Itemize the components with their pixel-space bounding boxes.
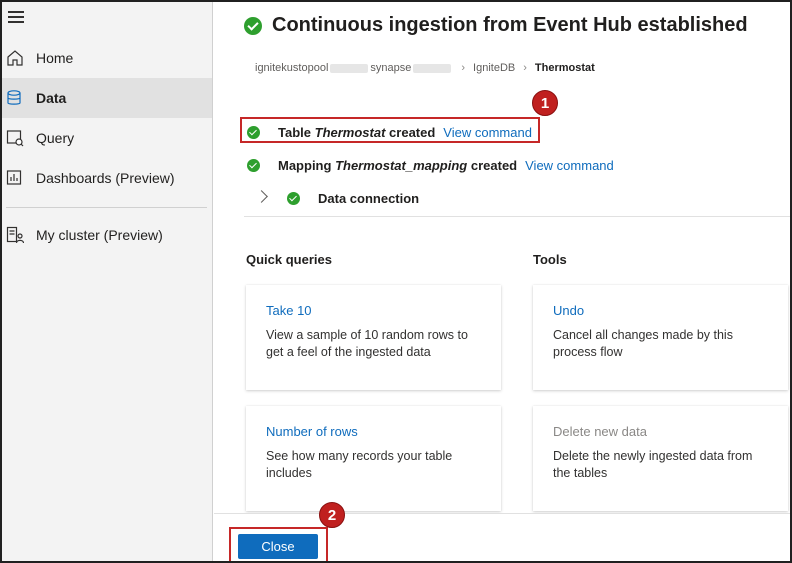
- chevron-right-icon: ›: [523, 62, 527, 74]
- card-title: Delete new data: [553, 424, 647, 439]
- card-number-of-rows[interactable]: Number of rows See how many records your…: [246, 406, 501, 511]
- sidebar-divider: [6, 207, 207, 208]
- breadcrumb-cluster[interactable]: ignitekustopool: [255, 62, 328, 74]
- home-icon: [7, 50, 23, 66]
- callout-badge-1: 1: [532, 90, 558, 116]
- redacted-text: [330, 63, 369, 73]
- database-icon: [7, 90, 21, 105]
- close-button[interactable]: Close: [238, 534, 318, 559]
- card-description: Delete the newly ingested data from the …: [553, 449, 753, 480]
- card-title[interactable]: Undo: [553, 303, 768, 318]
- app-window: Home Data Query Dashboards (Preview) My …: [0, 0, 792, 563]
- divider: [244, 216, 790, 217]
- sidebar-item-query[interactable]: Query: [2, 118, 212, 158]
- callout-highlight-1: [240, 117, 540, 143]
- sidebar-item-label: Data: [36, 90, 67, 106]
- sidebar-item-label: Dashboards (Preview): [36, 170, 175, 186]
- step-suffix: created: [470, 158, 518, 173]
- step-mapping-created: Mapping Thermostat_mapping created View …: [247, 158, 614, 173]
- query-icon: [6, 130, 24, 147]
- breadcrumb: ignitekustopool synapse › IgniteDB › The…: [255, 62, 595, 74]
- card-undo[interactable]: Undo Cancel all changes made by this pro…: [533, 285, 788, 390]
- callout-badge-2: 2: [319, 502, 345, 528]
- card-description: View a sample of 10 random rows to get a…: [266, 328, 468, 359]
- sidebar-item-my-cluster[interactable]: My cluster (Preview): [2, 215, 212, 255]
- breadcrumb-database[interactable]: IgniteDB: [473, 62, 515, 74]
- page-title: Continuous ingestion from Event Hub esta…: [272, 14, 748, 36]
- sidebar-item-label: My cluster (Preview): [36, 227, 163, 243]
- card-title[interactable]: Number of rows: [266, 424, 481, 439]
- success-check-icon: [247, 159, 260, 172]
- success-check-icon: [244, 16, 262, 35]
- view-command-link[interactable]: View command: [525, 158, 614, 173]
- page-header: Continuous ingestion from Event Hub esta…: [244, 14, 748, 37]
- step-data-connection[interactable]: Data connection: [287, 191, 419, 206]
- mapping-name: Thermostat_mapping: [335, 158, 468, 173]
- redacted-text: [413, 63, 452, 73]
- main-panel: Continuous ingestion from Event Hub esta…: [214, 2, 790, 561]
- sidebar-item-label: Query: [36, 130, 75, 146]
- sidebar-item-label: Home: [36, 50, 74, 66]
- quick-queries-heading: Quick queries: [246, 252, 332, 267]
- card-title[interactable]: Take 10: [266, 303, 481, 318]
- hamburger-menu-icon[interactable]: [8, 11, 24, 23]
- card-delete-new-data: Delete new data Delete the newly ingeste…: [533, 406, 788, 511]
- chevron-right-icon[interactable]: [255, 190, 268, 203]
- card-take-10[interactable]: Take 10 View a sample of 10 random rows …: [246, 285, 501, 390]
- sidebar-item-dashboards[interactable]: Dashboards (Preview): [2, 158, 212, 198]
- sidebar: Home Data Query Dashboards (Preview) My …: [2, 2, 213, 561]
- sidebar-item-data[interactable]: Data: [2, 78, 212, 118]
- chevron-right-icon: ›: [461, 62, 466, 74]
- cluster-icon: [6, 226, 24, 244]
- card-description: Cancel all changes made by this process …: [553, 328, 733, 359]
- tools-heading: Tools: [533, 252, 567, 267]
- step-prefix: Mapping: [278, 158, 332, 173]
- footer-bar: Close: [214, 513, 790, 561]
- sidebar-item-home[interactable]: Home: [2, 38, 212, 78]
- breadcrumb-workspace[interactable]: synapse: [370, 62, 411, 74]
- breadcrumb-table: Thermostat: [534, 62, 595, 74]
- dashboard-icon: [6, 170, 22, 185]
- card-description: See how many records your table includes: [266, 449, 453, 480]
- success-check-icon: [287, 192, 300, 205]
- step-label: Data connection: [318, 191, 420, 206]
